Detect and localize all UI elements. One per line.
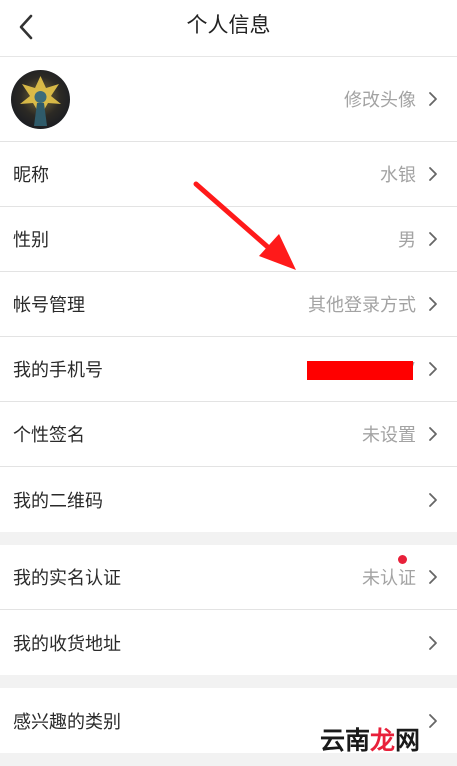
avatar-image <box>20 76 61 126</box>
chevron-right-icon <box>426 634 440 652</box>
account-management-row[interactable]: 帐号管理 其他登录方式 <box>0 272 457 337</box>
row-label: 性别 <box>13 230 49 251</box>
avatar-row[interactable]: 修改头像 <box>0 57 457 142</box>
chevron-right-icon <box>426 568 440 586</box>
avatar <box>11 70 70 129</box>
chevron-right-icon <box>426 90 440 108</box>
chevron-right-icon <box>426 425 440 443</box>
chevron-right-icon <box>426 230 440 248</box>
verification-group: 我的实名认证 未认证 我的收货地址 <box>0 545 457 675</box>
row-value: 未设置 <box>362 425 416 446</box>
section-divider <box>0 675 457 688</box>
site-watermark: 云南龙网 <box>320 721 420 757</box>
notification-dot <box>398 555 407 564</box>
chevron-right-icon <box>426 360 440 378</box>
chevron-right-icon <box>426 491 440 509</box>
real-name-verification-row[interactable]: 我的实名认证 未认证 <box>0 545 457 610</box>
row-label: 个性签名 <box>13 425 85 446</box>
signature-row[interactable]: 个性签名 未设置 <box>0 402 457 467</box>
row-label: 我的实名认证 <box>13 568 121 589</box>
row-label: 昵称 <box>13 165 49 186</box>
watermark-char: 网 <box>395 726 421 755</box>
row-value: 其他登录方式 <box>308 295 416 316</box>
watermark-char: 龙 <box>370 726 396 755</box>
row-value: 男 <box>398 230 416 251</box>
watermark-text: 云南龙网 <box>320 721 420 757</box>
change-avatar-label: 修改头像 <box>344 90 416 111</box>
redaction-bar <box>307 361 413 380</box>
row-value: 未认证 <box>362 568 416 589</box>
qr-code-row[interactable]: 我的二维码 <box>0 467 457 532</box>
gender-row[interactable]: 性别 男 <box>0 207 457 272</box>
section-divider <box>0 532 457 545</box>
row-label: 感兴趣的类别 <box>13 711 121 733</box>
chevron-right-icon <box>426 712 440 730</box>
row-value: 水银 <box>380 165 416 186</box>
chevron-right-icon <box>426 165 440 183</box>
row-label: 我的手机号 <box>13 360 103 381</box>
nav-bar: 个人信息 <box>0 0 457 57</box>
profile-group: 修改头像 昵称 水银 性别 男 帐号管理 其他登录方式 我的手机号 7 个性签 <box>0 57 457 532</box>
shipping-address-row[interactable]: 我的收货地址 <box>0 610 457 675</box>
chevron-right-icon <box>426 295 440 313</box>
page-title: 个人信息 <box>186 13 271 37</box>
row-label: 我的收货地址 <box>13 633 121 655</box>
watermark-char: 南 <box>345 726 371 755</box>
watermark-char: 云 <box>320 726 346 755</box>
nickname-row[interactable]: 昵称 水银 <box>0 142 457 207</box>
row-label: 我的二维码 <box>13 490 103 512</box>
phone-number-row[interactable]: 我的手机号 7 <box>0 337 457 402</box>
row-label: 帐号管理 <box>13 295 85 316</box>
